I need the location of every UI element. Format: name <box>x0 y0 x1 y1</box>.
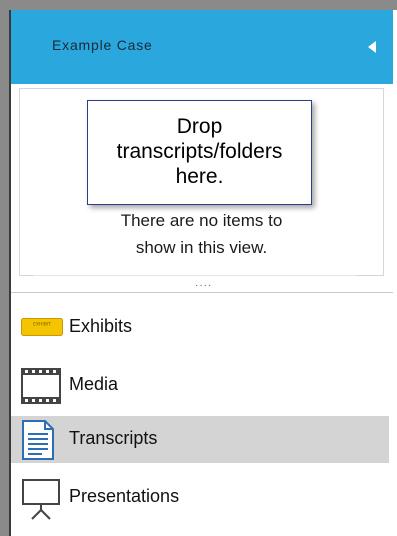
case-title: Example Case <box>52 37 153 53</box>
tooltip-line-2: transcripts/folders <box>116 140 283 163</box>
empty-view-message: There are no items to show in this view. <box>20 207 383 261</box>
exhibit-icon-text: EXHIBIT <box>33 322 51 328</box>
nav-item-presentations[interactable]: Presentations <box>11 474 389 521</box>
nav-label-exhibits: Exhibits <box>69 316 133 336</box>
nav-item-exhibits[interactable]: EXHIBIT Exhibits <box>11 304 389 351</box>
window-frame-top <box>0 0 397 10</box>
case-header: Example Case <box>11 10 393 84</box>
empty-message-line-2: show in this view. <box>135 238 268 257</box>
case-panel: Example Case There are no items to show … <box>11 10 393 536</box>
nav-label-media: Media <box>69 374 119 394</box>
splitter-grip-icon: ···· <box>195 280 213 291</box>
tooltip-line-3: here. <box>175 165 224 188</box>
nav-label-presentations: Presentations <box>69 486 180 506</box>
exhibit-icon: EXHIBIT <box>21 318 63 336</box>
nav-item-media[interactable]: Media <box>11 362 389 409</box>
nav-item-transcripts[interactable]: Transcripts <box>11 416 389 463</box>
collapse-arrow-icon[interactable] <box>368 41 376 53</box>
nav-label-transcripts: Transcripts <box>69 428 158 448</box>
window-frame-left <box>0 0 9 536</box>
tooltip-line-1: Drop <box>176 115 223 138</box>
empty-message-line-1: There are no items to <box>120 211 283 230</box>
film-icon <box>21 368 61 404</box>
pane-splitter[interactable]: ···· <box>11 280 393 293</box>
document-icon <box>22 420 54 460</box>
drop-tooltip: Drop transcripts/folders here. <box>87 100 312 205</box>
presentation-icon <box>22 479 60 520</box>
